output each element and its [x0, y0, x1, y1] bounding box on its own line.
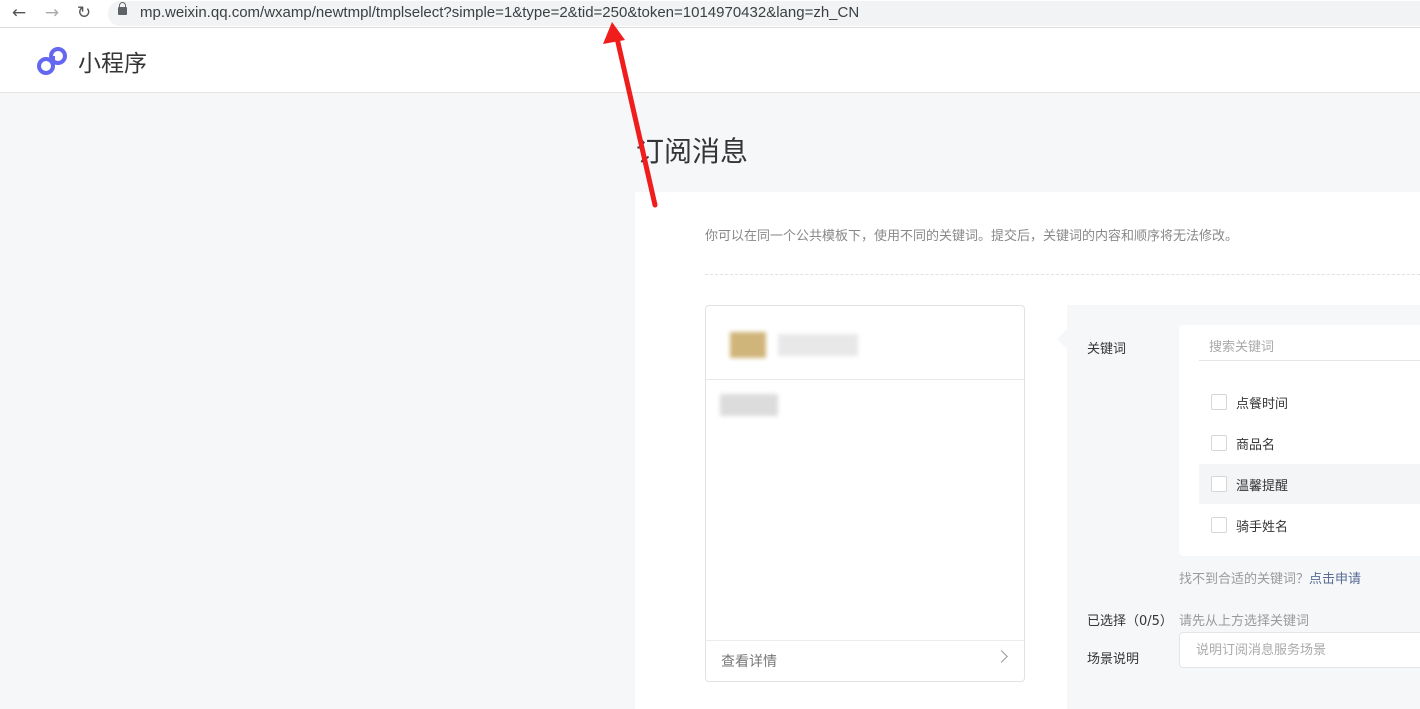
scene-description-input[interactable] — [1179, 632, 1420, 668]
template-panel: 你可以在同一个公共模板下，使用不同的关键词。提交后，关键词的内容和顺序将无法修改… — [635, 192, 1420, 709]
lock-icon — [118, 2, 127, 15]
arrow-right-icon[interactable]: → — [42, 3, 62, 23]
view-details-label: 查看详情 — [721, 654, 777, 670]
keyword-search — [1179, 325, 1420, 370]
view-details-row[interactable]: 查看详情 — [706, 640, 1024, 681]
keyword-checkbox[interactable] — [1211, 435, 1227, 451]
chevron-right-icon — [995, 650, 1008, 663]
keyword-option[interactable]: 商品名 — [1199, 423, 1420, 463]
blurred-title — [778, 334, 858, 356]
apply-keyword-link[interactable]: 点击申请 — [1309, 572, 1361, 587]
keyword-option[interactable]: 温馨提醒 — [1199, 464, 1420, 504]
keyword-option[interactable]: 骑手姓名 — [1199, 505, 1420, 545]
arrow-left-icon[interactable]: ← — [9, 3, 29, 23]
url-text[interactable]: mp.weixin.qq.com/wxamp/newtmpl/tmplselec… — [140, 4, 859, 21]
keyword-checkbox[interactable] — [1211, 394, 1227, 410]
keyword-checkbox[interactable] — [1211, 476, 1227, 492]
brand-name[interactable]: 小程序 — [78, 44, 147, 78]
scene-label: 场景说明 — [1087, 652, 1140, 667]
keyword-list-box: 点餐时间 商品名 温馨提醒 骑手姓名 — [1179, 325, 1420, 556]
selected-count-label: 已选择（0/5） — [1087, 614, 1173, 629]
keyword-checkbox[interactable] — [1211, 517, 1227, 533]
keyword-not-found: 找不到合适的关键词？点击申请 — [1179, 568, 1361, 587]
keyword-option-label: 骑手姓名 — [1236, 520, 1289, 535]
keyword-option[interactable]: 点餐时间 — [1199, 382, 1420, 422]
keyword-option-label: 点餐时间 — [1236, 397, 1289, 412]
keyword-label: 关键词 — [1087, 342, 1127, 357]
keyword-form: 关键词 点餐时间 商品名 温馨提醒 骑手姓名 找不到合适的关 — [1057, 305, 1420, 709]
address-bar[interactable]: mp.weixin.qq.com/wxamp/newtmpl/tmplselec… — [108, 1, 1420, 26]
selected-hint: 请先从上方选择关键词 — [1179, 614, 1310, 629]
divider — [705, 274, 1420, 275]
blurred-avatar — [730, 332, 766, 358]
not-found-text: 找不到合适的关键词？ — [1179, 572, 1310, 587]
miniprogram-logo-icon[interactable] — [36, 46, 70, 76]
message-preview-card: 查看详情 — [705, 305, 1025, 682]
blurred-content — [720, 394, 778, 416]
preview-card-header — [706, 306, 1024, 380]
hint-text: 你可以在同一个公共模板下，使用不同的关键词。提交后，关键词的内容和顺序将无法修改… — [705, 229, 1239, 244]
keyword-search-input[interactable] — [1199, 335, 1420, 361]
pointer-arrow — [1057, 329, 1067, 349]
reload-icon[interactable]: ↻ — [74, 3, 94, 23]
app-header: 小程序 — [0, 28, 1420, 93]
page-title: 订阅消息 — [636, 135, 749, 168]
keyword-option-label: 温馨提醒 — [1236, 479, 1289, 494]
browser-toolbar: ← → ↻ mp.weixin.qq.com/wxamp/newtmpl/tmp… — [0, 0, 1420, 28]
keyword-option-label: 商品名 — [1236, 438, 1276, 453]
